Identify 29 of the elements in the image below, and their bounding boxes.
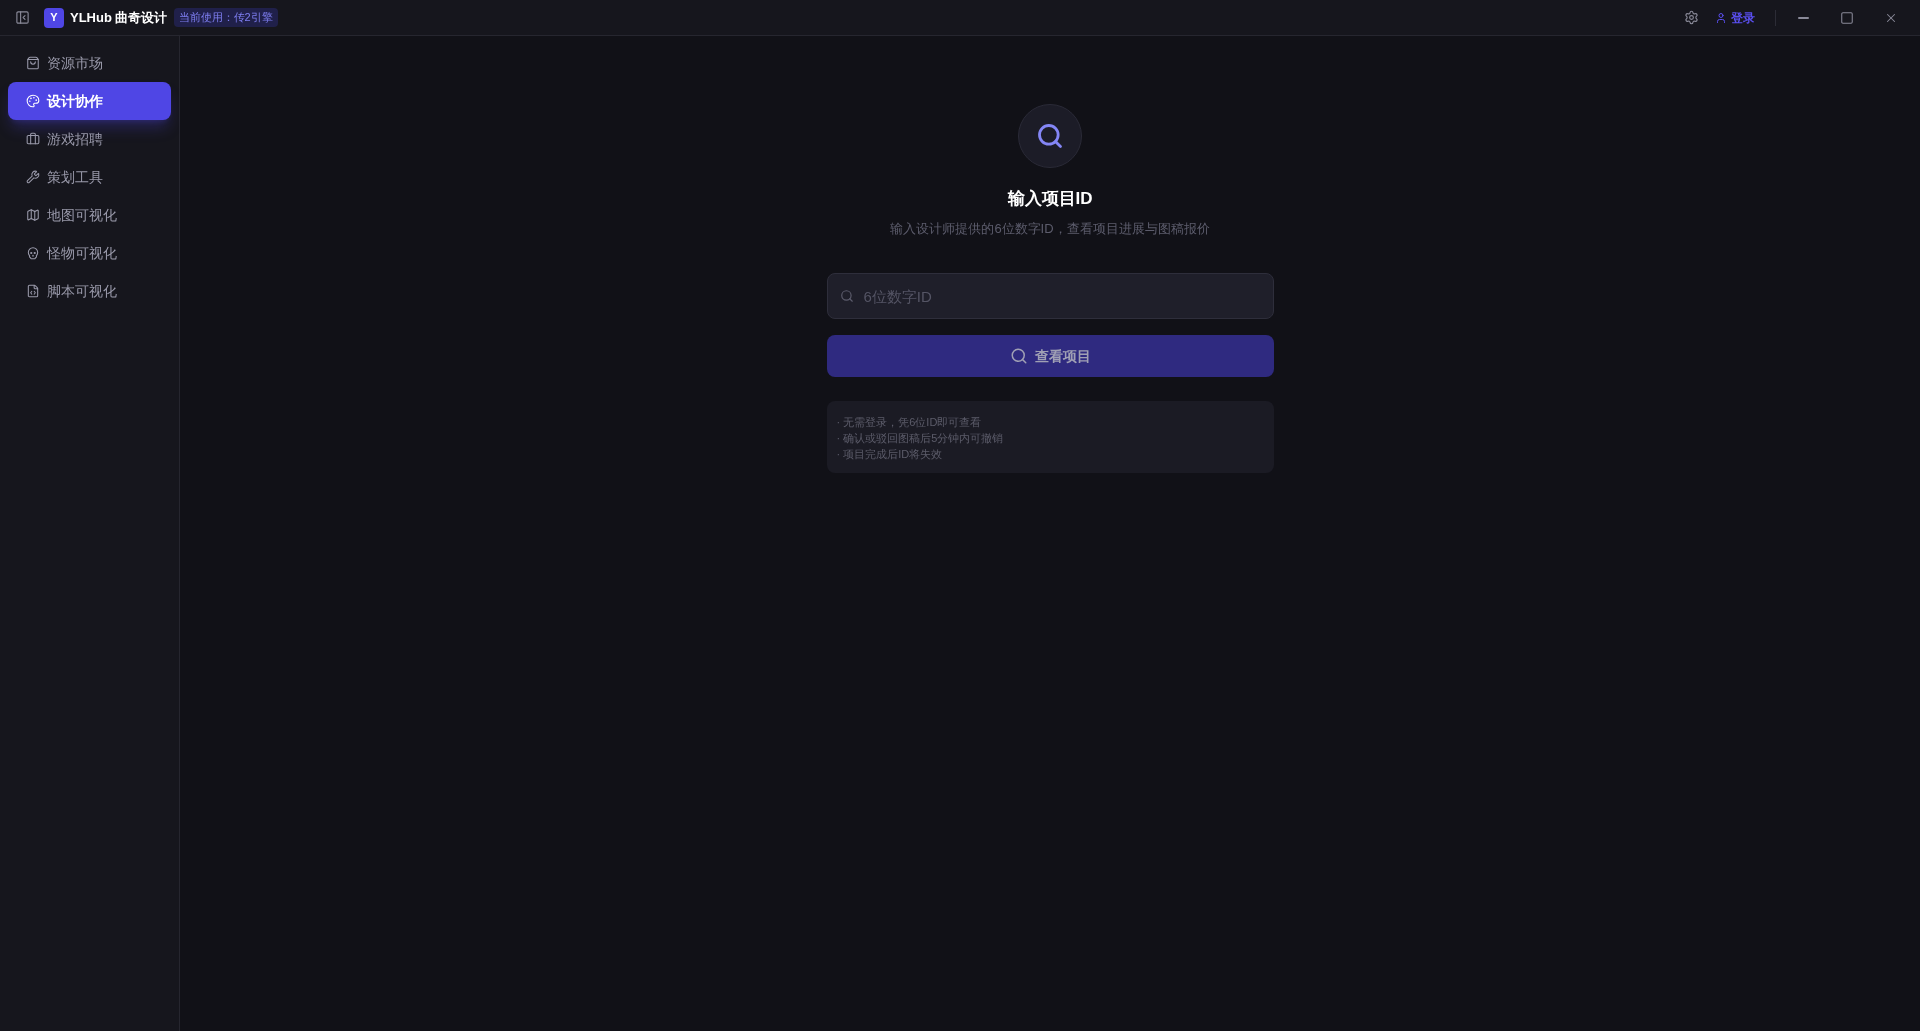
bag-icon	[26, 56, 40, 70]
code-file-icon	[26, 284, 40, 298]
sidebar-item[interactable]: 脚本可视化	[8, 272, 171, 310]
sidebar-toggle-icon	[14, 10, 30, 25]
sidebar-item[interactable]: 地图可视化	[8, 196, 171, 234]
palette-icon	[26, 94, 40, 108]
sidebar-item[interactable]: 怪物可视化	[8, 234, 171, 272]
search-icon	[839, 289, 854, 303]
wrench-icon	[26, 170, 40, 184]
page-title: 输入项目ID	[1007, 188, 1093, 210]
app-name: YLHub 曲奇设计	[70, 8, 168, 27]
view-project-button[interactable]: 查看项目	[826, 335, 1274, 377]
maximize-icon	[1840, 10, 1854, 25]
sidebar-item[interactable]: 游戏招聘	[8, 120, 171, 158]
search-field[interactable]: 6位数字ID	[826, 273, 1274, 319]
sidebar-item[interactable]: 资源市场	[8, 44, 171, 82]
minimize-icon	[1797, 16, 1809, 19]
sidebar-item[interactable]: 策划工具	[8, 158, 171, 196]
search-icon	[1009, 347, 1028, 365]
settings-icon	[1683, 10, 1699, 25]
engine-badge: 当前使用：传2引擎	[173, 8, 278, 27]
note-text: · 项目完成后ID将失效	[836, 447, 944, 462]
user-icon	[1715, 11, 1727, 24]
sidebar-item[interactable]: 设计协作	[8, 82, 171, 120]
skull-icon	[26, 246, 40, 260]
map-icon	[26, 208, 40, 222]
app-logo: Y	[44, 7, 64, 28]
briefcase-icon	[26, 132, 40, 146]
page-subtitle: 输入设计师提供的6位数字ID，查看项目进展与图稿报价	[890, 220, 1210, 238]
